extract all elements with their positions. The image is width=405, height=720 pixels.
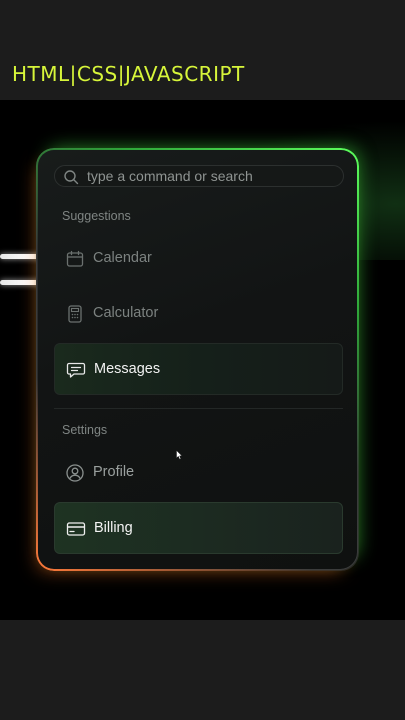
credit-card-icon — [66, 522, 86, 536]
settings-heading: Settings — [62, 423, 108, 437]
demo-stage: Suggestions Calendar Calculator — [0, 100, 405, 620]
search-input[interactable] — [87, 166, 337, 186]
suggestion-label: Calculator — [93, 305, 159, 321]
search-icon — [64, 170, 79, 185]
settings-item-billing[interactable]: Billing — [54, 502, 343, 554]
calendar-icon — [66, 250, 84, 267]
suggestion-item-calendar[interactable]: Calendar — [54, 233, 343, 285]
message-icon — [66, 362, 86, 378]
command-palette: Suggestions Calendar Calculator — [36, 148, 358, 570]
suggestion-label: Calendar — [93, 250, 152, 266]
calculator-icon — [68, 305, 82, 323]
profile-icon — [66, 464, 84, 482]
settings-item-profile[interactable]: Profile — [54, 447, 343, 499]
search-bar[interactable] — [54, 165, 344, 187]
settings-label: Billing — [94, 520, 133, 536]
bottom-bar — [0, 620, 405, 720]
suggestion-label: Messages — [94, 361, 161, 377]
settings-label: Profile — [93, 464, 135, 480]
suggestion-item-messages[interactable]: Messages — [54, 343, 343, 395]
page-title: HTML|CSS|JAVASCRIPT — [12, 62, 245, 86]
suggestion-item-calculator[interactable]: Calculator — [54, 288, 343, 460]
section-divider — [54, 408, 343, 409]
top-bar: HTML|CSS|JAVASCRIPT — [0, 0, 405, 100]
suggestions-heading: Suggestions — [62, 209, 131, 223]
